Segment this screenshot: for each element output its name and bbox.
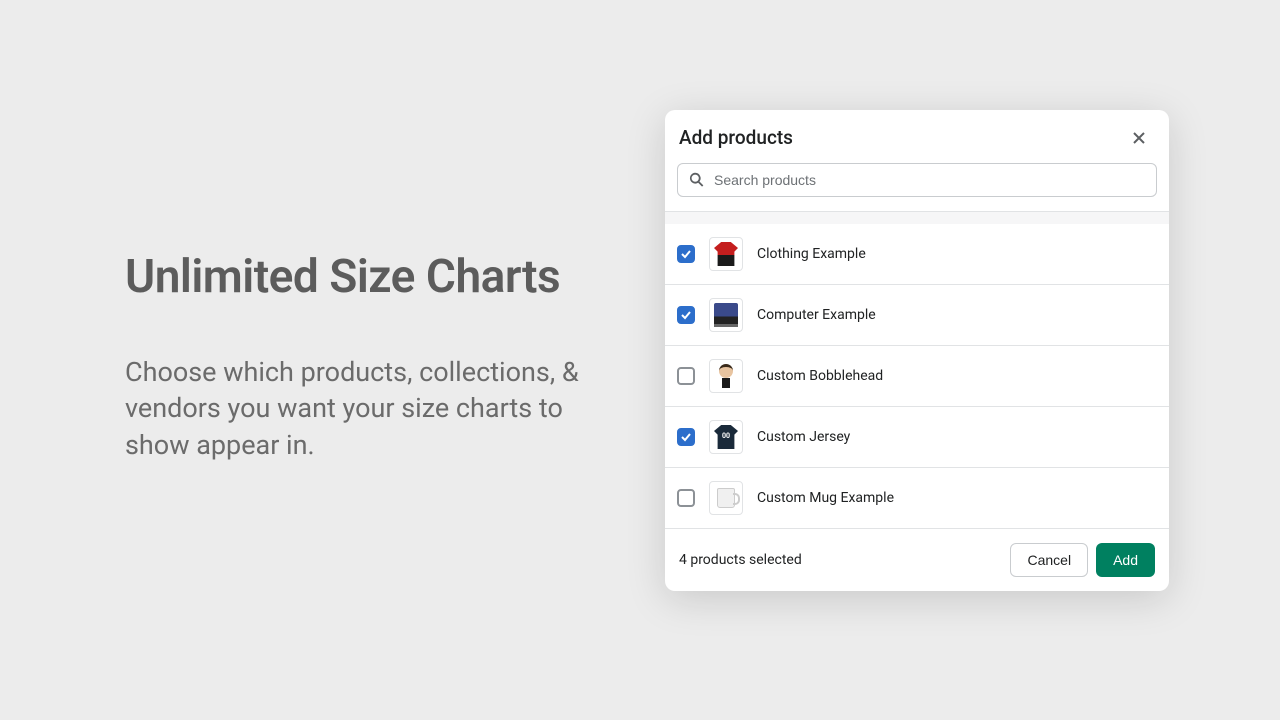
product-row[interactable]: Custom Mug Example — [665, 468, 1169, 528]
product-name: Custom Bobblehead — [757, 368, 883, 384]
product-name: Clothing Example — [757, 246, 866, 262]
product-name: Custom Mug Example — [757, 490, 894, 506]
product-thumbnail — [709, 359, 743, 393]
check-icon — [680, 431, 692, 443]
product-checkbox[interactable] — [677, 489, 695, 507]
marketing-copy: Unlimited Size Charts Choose which produ… — [125, 250, 605, 463]
product-list: Clothing Example Computer Example Custom… — [665, 212, 1169, 528]
product-row[interactable]: Custom Bobblehead — [665, 346, 1169, 407]
search-input[interactable] — [714, 172, 1146, 188]
page-headline: Unlimited Size Charts — [125, 250, 605, 304]
product-checkbox[interactable] — [677, 367, 695, 385]
product-row[interactable]: Clothing Example — [665, 224, 1169, 285]
product-thumbnail — [709, 481, 743, 515]
search-box[interactable] — [677, 163, 1157, 197]
product-row[interactable]: Custom Jersey — [665, 407, 1169, 468]
close-icon — [1129, 128, 1149, 148]
page-description: Choose which products, collections, & ve… — [125, 354, 605, 463]
check-icon — [680, 248, 692, 260]
close-button[interactable] — [1129, 128, 1149, 148]
product-checkbox[interactable] — [677, 306, 695, 324]
product-checkbox[interactable] — [677, 245, 695, 263]
search-container — [665, 163, 1169, 212]
add-button[interactable]: Add — [1096, 543, 1155, 577]
product-thumbnail — [709, 298, 743, 332]
check-icon — [680, 309, 692, 321]
product-row[interactable]: Computer Example — [665, 285, 1169, 346]
product-name: Computer Example — [757, 307, 876, 323]
product-thumbnail — [709, 237, 743, 271]
selected-count: 4 products selected — [679, 552, 802, 568]
modal-footer: 4 products selected Cancel Add — [665, 528, 1169, 591]
product-thumbnail — [709, 420, 743, 454]
add-products-modal: Add products Clothing Example — [665, 110, 1169, 591]
search-icon — [688, 171, 706, 189]
product-name: Custom Jersey — [757, 429, 850, 445]
cancel-button[interactable]: Cancel — [1010, 543, 1088, 577]
footer-buttons: Cancel Add — [1010, 543, 1155, 577]
modal-header: Add products — [665, 110, 1169, 163]
modal-title: Add products — [679, 126, 793, 149]
product-checkbox[interactable] — [677, 428, 695, 446]
